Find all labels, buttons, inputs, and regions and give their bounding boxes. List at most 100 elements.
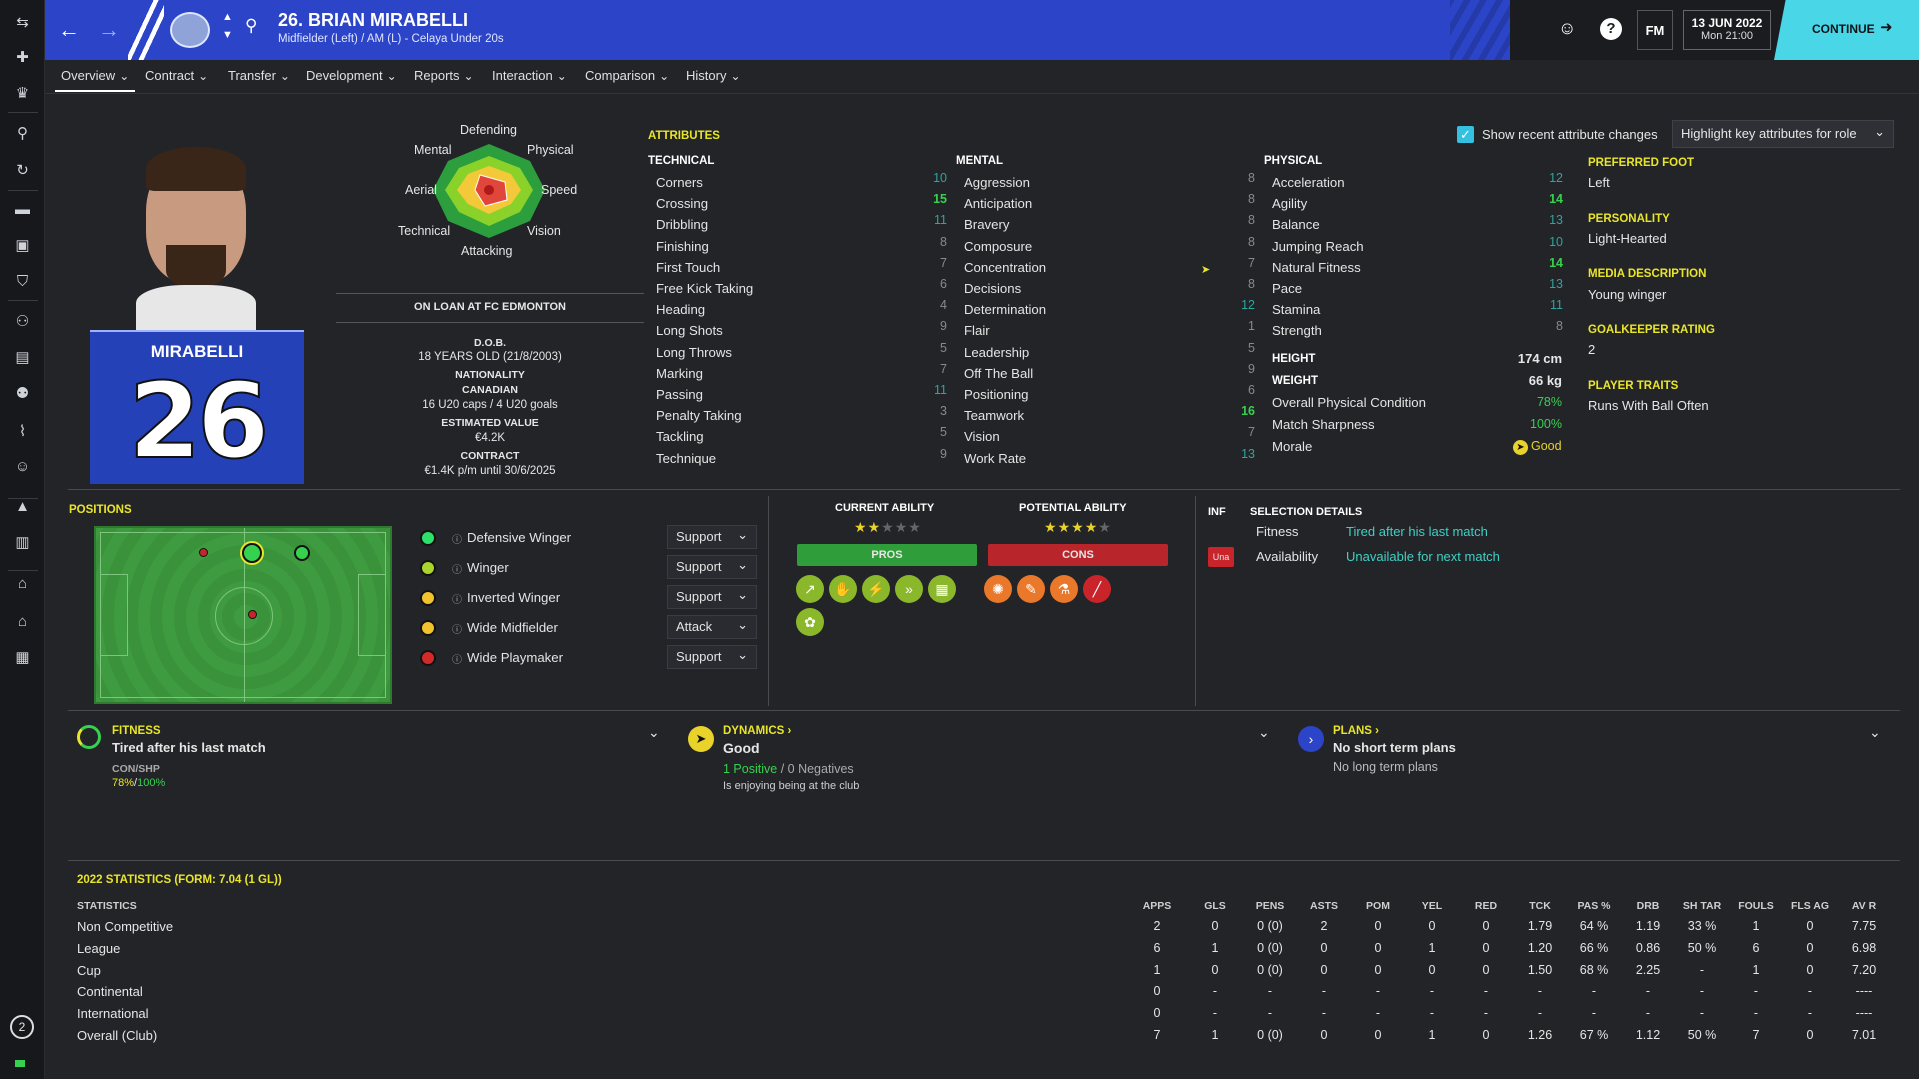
- cards-icon[interactable]: ▬: [0, 194, 45, 224]
- dynamics-title[interactable]: DYNAMICS ›: [723, 725, 791, 737]
- tab-history[interactable]: History: [686, 68, 741, 83]
- club-icon[interactable]: ⌂: [0, 568, 45, 598]
- attribute-value: 16: [1241, 404, 1255, 419]
- role-name: Inverted Winger: [467, 590, 561, 605]
- tab-transfer[interactable]: Transfer: [228, 68, 290, 83]
- con-finishing-icon[interactable]: ╱: [1083, 575, 1111, 603]
- fm-menu-button[interactable]: FM: [1637, 10, 1673, 50]
- stats-cell: 1.50: [1527, 962, 1553, 977]
- staff-icon[interactable]: ⚉: [0, 378, 45, 408]
- pers-label: PERSONALITY: [1588, 212, 1670, 225]
- attribute-value: 9: [1248, 361, 1255, 376]
- role-duty-dropdown[interactable]: Support: [667, 645, 757, 669]
- stats-cell: 1: [1752, 919, 1760, 933]
- tab-comparison[interactable]: Comparison: [585, 68, 669, 83]
- calendar-icon[interactable]: ▦: [0, 642, 45, 672]
- briefcase-icon[interactable]: ▣: [0, 230, 45, 260]
- show-changes-checkbox[interactable]: ✓: [1457, 126, 1474, 143]
- tab-contract[interactable]: Contract: [145, 68, 208, 83]
- con-penalty-icon[interactable]: ✎: [1017, 575, 1045, 603]
- pro-agility-icon[interactable]: ⚡: [862, 575, 890, 603]
- search-icon[interactable]: ⚲: [245, 16, 257, 36]
- info-icon[interactable]: ⓘ: [452, 531, 462, 546]
- inbox-icon[interactable]: ⇆: [0, 7, 45, 37]
- pro-fitness-icon[interactable]: ▦: [928, 575, 956, 603]
- role-duty-dropdown[interactable]: Support: [667, 555, 757, 579]
- stats-cell: 0: [1211, 962, 1219, 977]
- shp-value: 100%: [137, 777, 166, 789]
- tab-overview[interactable]: Overview: [61, 68, 129, 83]
- scroll-updown-icon[interactable]: ▲ ▼: [222, 8, 233, 44]
- plans-expand-icon[interactable]: ⌄: [1869, 724, 1881, 741]
- club-crest-icon[interactable]: [170, 12, 210, 48]
- stats-row-label: Cup: [77, 962, 101, 978]
- help-icon[interactable]: ?: [1600, 18, 1622, 40]
- con-heading-icon[interactable]: ⚗: [1050, 575, 1078, 603]
- info-icon[interactable]: ⓘ: [452, 651, 462, 666]
- stats-header: GLS: [1204, 900, 1226, 912]
- plans-title[interactable]: PLANS ›: [1333, 725, 1379, 737]
- notification-badge[interactable]: 2: [10, 1015, 34, 1039]
- stats-cell: 0: [1153, 984, 1161, 999]
- attribute-name: Flair: [964, 323, 990, 339]
- sel-fitness-value[interactable]: Tired after his last match: [1346, 524, 1488, 539]
- stats-cell: 66 %: [1579, 940, 1609, 955]
- dynamics-expand-icon[interactable]: ⌄: [1258, 724, 1270, 741]
- weight-value: 66 kg: [1528, 373, 1562, 388]
- chevron-down-icon: ⌄: [1874, 124, 1885, 139]
- divider: [68, 489, 1900, 490]
- role-duty-dropdown[interactable]: Support: [667, 525, 757, 549]
- tab-interaction[interactable]: Interaction: [492, 68, 567, 83]
- pro-acceleration-icon[interactable]: »: [895, 575, 923, 603]
- date-box[interactable]: 13 JUN 2022 Mon 21:00: [1683, 10, 1771, 50]
- pro-crossing-icon[interactable]: ↗: [796, 575, 824, 603]
- shirt-number: 26: [128, 359, 271, 483]
- tab-reports[interactable]: Reports: [414, 68, 474, 83]
- stats-cell: 0 (0): [1257, 919, 1283, 933]
- attribute-value: 13: [1549, 277, 1563, 291]
- pro-teamwork-icon[interactable]: ✋: [829, 575, 857, 603]
- stats-cell: 0 (0): [1257, 962, 1283, 977]
- scouting-icon[interactable]: ⚇: [0, 306, 45, 336]
- squad-icon[interactable]: ✚: [0, 42, 45, 72]
- search-icon[interactable]: ⚲: [0, 118, 45, 148]
- con-flair-icon[interactable]: ✺: [984, 575, 1012, 603]
- info-icon[interactable]: ⓘ: [452, 591, 462, 606]
- stats-cell: -: [1212, 984, 1218, 999]
- pitch-position-dot: [248, 610, 257, 619]
- u20-icon[interactable]: ☺: [0, 451, 45, 481]
- current-ability-stars: ★★★★★: [854, 519, 922, 536]
- date-text: 13 JUN 2022: [1691, 16, 1763, 30]
- fitness-expand-icon[interactable]: ⌄: [648, 724, 660, 741]
- height-value: 174 cm: [1517, 351, 1562, 366]
- attribute-name: Natural Fitness: [1272, 259, 1361, 275]
- tab-development[interactable]: Development: [306, 68, 397, 83]
- sidebar-divider: [8, 570, 38, 571]
- sel-avail-value[interactable]: Unavailable for next match: [1346, 549, 1500, 564]
- trophy-icon[interactable]: ♛: [0, 78, 45, 108]
- role-duty-dropdown[interactable]: Support: [667, 585, 757, 609]
- stats-cell: 1: [1211, 1028, 1219, 1042]
- pitch-position-dot[interactable]: [294, 545, 310, 561]
- training-icon[interactable]: ⌇: [0, 416, 45, 446]
- clipboard-icon[interactable]: ▤: [0, 342, 45, 372]
- role-duty-dropdown[interactable]: Attack: [667, 615, 757, 639]
- refresh-icon[interactable]: ↻: [0, 155, 45, 185]
- info-icon[interactable]: ⓘ: [452, 621, 462, 636]
- brain-icon[interactable]: ☺: [1558, 18, 1576, 39]
- forward-arrow-icon[interactable]: →: [98, 17, 120, 43]
- pro-workrate-icon[interactable]: ✿: [796, 608, 824, 636]
- pitch-position-natural[interactable]: [242, 543, 262, 563]
- continue-button[interactable]: CONTINUE ➜: [1774, 0, 1919, 60]
- shield-icon[interactable]: ⛉: [0, 266, 45, 296]
- info-icon[interactable]: ⓘ: [452, 561, 462, 576]
- home-icon[interactable]: ⌂: [0, 606, 45, 636]
- stats-cell: -: [1807, 984, 1813, 999]
- finances-icon[interactable]: ▥: [0, 527, 45, 557]
- highlight-dropdown[interactable]: Highlight key attributes for role ⌄: [1672, 120, 1894, 148]
- back-arrow-icon[interactable]: ←: [58, 17, 80, 43]
- medical-icon[interactable]: ▲: [0, 491, 45, 521]
- fitness-ring-icon: [77, 725, 101, 749]
- stats-cell: 68 %: [1579, 962, 1609, 977]
- unavailable-badge[interactable]: Una: [1208, 547, 1234, 567]
